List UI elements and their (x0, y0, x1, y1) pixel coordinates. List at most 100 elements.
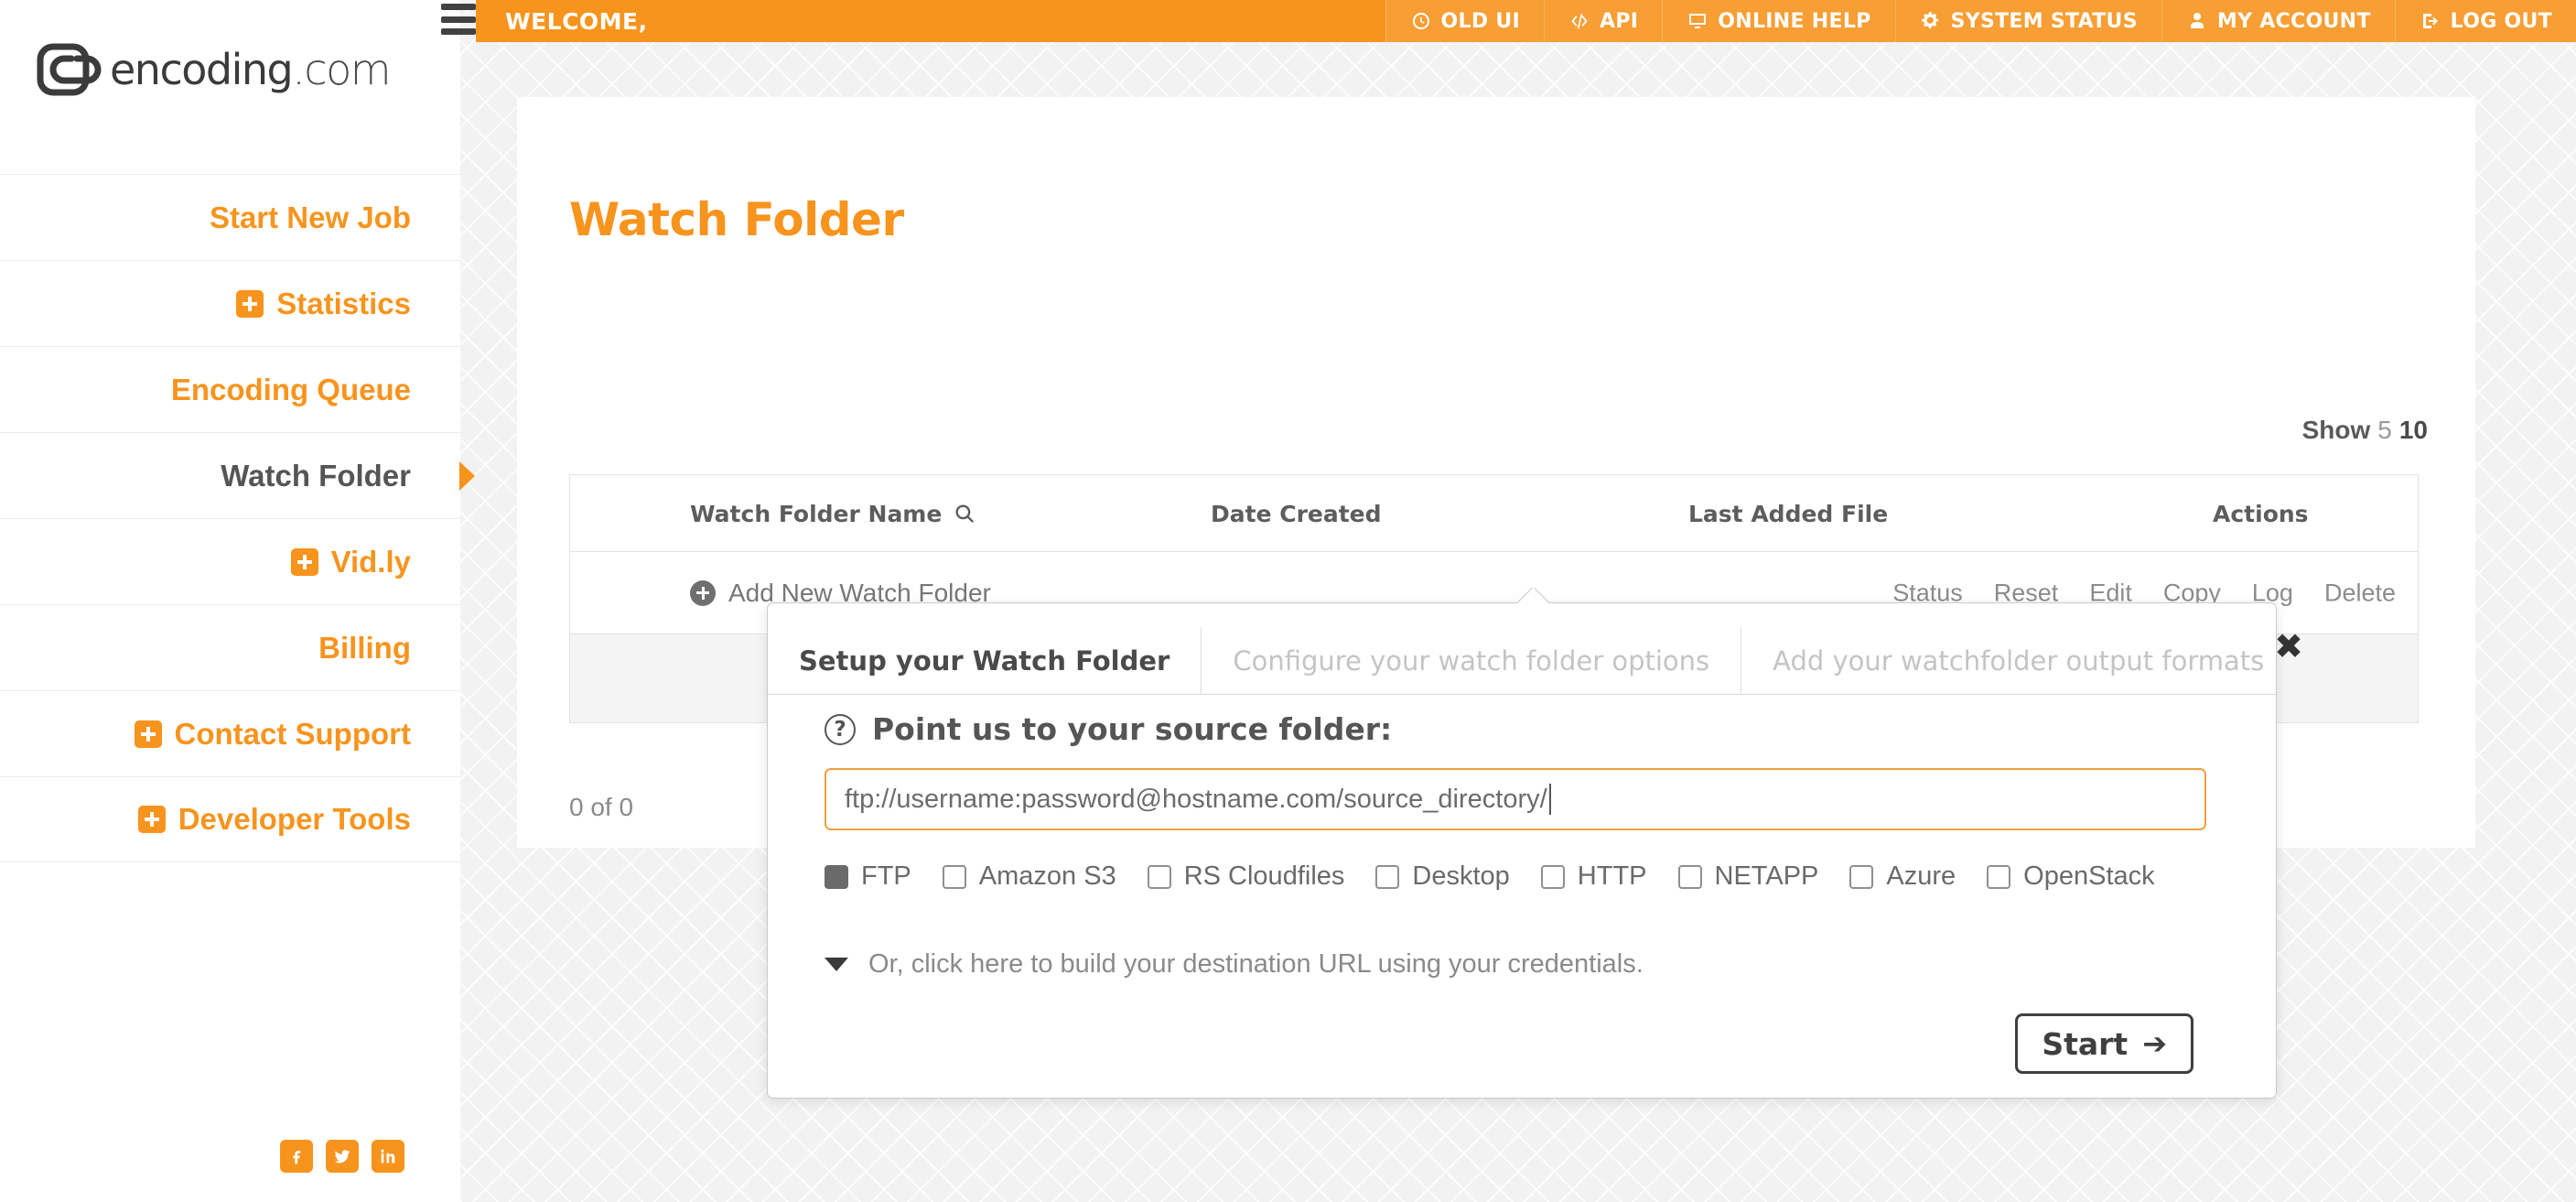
user-icon (2190, 13, 2204, 28)
pagination-count: 0 of 0 (569, 793, 634, 821)
sidebar-item-statistics[interactable]: Statistics (0, 260, 460, 346)
checkbox-box-icon (942, 864, 966, 889)
tab-label: Setup your Watch Folder (799, 644, 1170, 677)
modal-tabs: Setup your Watch Folder Configure your w… (768, 626, 2278, 695)
sidebar-item-developer-tools[interactable]: Developer Tools (0, 776, 460, 862)
hamburger-bar (441, 28, 476, 35)
facebook-icon[interactable] (280, 1140, 313, 1173)
sidebar-item-label: Watch Folder (221, 458, 411, 493)
source-type-checkboxes: FTP Amazon S3 RS Cloudfiles Desktop HTTP… (825, 861, 2186, 892)
hamburger-bar (441, 4, 476, 10)
column-header-watch-folder-name[interactable]: Watch Folder Name (690, 475, 976, 552)
checkbox-box-icon (1147, 864, 1171, 889)
text-cursor (1548, 784, 1551, 815)
sidebar-item-label: Start New Job (209, 200, 411, 234)
show-option-10[interactable]: 10 (2399, 416, 2428, 444)
checkbox-box-icon (1677, 864, 1702, 889)
search-icon[interactable] (953, 502, 976, 525)
sidebar-item-start-new-job[interactable]: Start New Job (0, 174, 460, 260)
sidebar-item-encoding-queue[interactable]: Encoding Queue (0, 346, 460, 432)
clock-icon (1412, 13, 1429, 29)
top-link-my-account[interactable]: MY ACCOUNT (2161, 0, 2395, 42)
tab-label: Configure your watch folder options (1233, 644, 1710, 677)
checkbox-label: RS Cloudfiles (1183, 861, 1345, 891)
checkbox-label: Desktop (1412, 861, 1510, 891)
page-title: Watch Folder (569, 193, 904, 246)
monitor-icon (1689, 14, 1707, 28)
column-header-date-created[interactable]: Date Created (1211, 475, 1382, 552)
top-navigation-bar: WELCOME, OLD UI API ONLINE HELP SYSTEM S… (476, 0, 2576, 42)
linkedin-icon[interactable] (372, 1140, 404, 1173)
expand-plus-icon (137, 806, 166, 833)
top-link-label: OLD UI (1440, 9, 1521, 33)
top-link-api[interactable]: API (1544, 0, 1663, 42)
sidebar-item-label: Contact Support (174, 716, 411, 751)
build-destination-url-label: Or, click here to build your destination… (868, 949, 1644, 979)
show-option-5[interactable]: 5 (2377, 416, 2392, 444)
tab-setup-your-watch-folder[interactable]: Setup your Watch Folder (768, 627, 1201, 695)
help-question-icon[interactable]: ? (825, 713, 856, 745)
logout-icon (2422, 14, 2438, 28)
brand-logo[interactable]: encoding.com (37, 35, 412, 104)
checkbox-azure[interactable]: Azure (1849, 861, 1956, 892)
column-header-label: Watch Folder Name (690, 500, 943, 527)
table-header-row: Watch Folder Name Date Created Last Adde… (570, 475, 2418, 552)
checkbox-box-icon (1987, 864, 2011, 889)
top-link-log-out[interactable]: LOG OUT (2394, 0, 2576, 42)
checkbox-desktop[interactable]: Desktop (1375, 861, 1510, 892)
tab-add-watchfolder-output-formats[interactable]: Add your watchfolder output formats (1741, 626, 2295, 695)
action-delete[interactable]: Delete (2324, 579, 2396, 607)
column-header-last-added-file[interactable]: Last Added File (1688, 475, 1888, 552)
sidebar-item-vidly[interactable]: Vid.ly (0, 518, 460, 604)
source-url-input[interactable]: ftp://username:password@hostname.com/sou… (825, 768, 2206, 830)
show-per-page-control: Show 5 10 (2302, 416, 2428, 445)
column-header-label: Date Created (1211, 500, 1382, 527)
top-link-label: API (1600, 9, 1639, 33)
brand-wordmark-main: encoding (110, 45, 294, 94)
checkbox-box-icon (825, 864, 848, 889)
checkbox-http[interactable]: HTTP (1540, 861, 1647, 892)
checkbox-netapp[interactable]: NETAPP (1677, 861, 1819, 892)
top-link-label: SYSTEM STATUS (1950, 9, 2138, 33)
top-link-label: ONLINE HELP (1718, 9, 1871, 33)
checkbox-label: FTP (861, 861, 911, 891)
top-link-system-status[interactable]: SYSTEM STATUS (1894, 0, 2161, 42)
checkbox-label: HTTP (1577, 861, 1647, 891)
brand-wordmark-suffix: .com (292, 45, 391, 94)
plus-circle-icon (690, 579, 716, 606)
start-button[interactable]: Start ➔ (2015, 1013, 2193, 1074)
checkbox-box-icon (1849, 864, 1874, 889)
welcome-text: WELCOME, (505, 7, 648, 35)
checkbox-amazon-s3[interactable]: Amazon S3 (942, 861, 1116, 892)
column-header-label: Actions (2213, 500, 2309, 527)
hamburger-menu-icon[interactable] (441, 4, 476, 35)
hamburger-bar (441, 16, 476, 23)
sidebar-item-watch-folder[interactable]: Watch Folder (0, 432, 475, 518)
checkbox-box-icon (1540, 864, 1565, 889)
code-icon (1571, 14, 1588, 29)
top-link-old-ui[interactable]: OLD UI (1385, 0, 1545, 42)
sidebar-item-label: Statistics (276, 286, 411, 320)
sidebar-item-contact-support[interactable]: Contact Support (0, 690, 460, 776)
show-label: Show (2301, 416, 2371, 444)
social-links (280, 1140, 404, 1173)
build-destination-url-toggle[interactable]: Or, click here to build your destination… (825, 949, 1644, 980)
sidebar-item-billing[interactable]: Billing (0, 604, 460, 690)
start-button-label: Start (2042, 1025, 2129, 1062)
sidebar: encoding.com Start New Job Statistics En… (0, 0, 476, 1202)
checkbox-rs-cloudfiles[interactable]: RS Cloudfiles (1147, 861, 1345, 892)
source-url-value: ftp://username:password@hostname.com/sou… (845, 784, 1547, 814)
checkbox-label: NETAPP (1714, 861, 1819, 891)
checkbox-label: OpenStack (2023, 861, 2155, 891)
column-header-label: Last Added File (1688, 500, 1889, 527)
twitter-icon[interactable] (326, 1140, 359, 1173)
expand-plus-icon (236, 289, 264, 318)
tab-label: Add your watchfolder output formats (1773, 644, 2265, 677)
checkbox-openstack[interactable]: OpenStack (1987, 861, 2155, 892)
tab-configure-watch-folder-options[interactable]: Configure your watch folder options (1201, 626, 1741, 695)
encoding-logo-icon (37, 43, 102, 96)
checkbox-ftp[interactable]: FTP (825, 861, 911, 892)
sidebar-item-label: Vid.ly (330, 544, 411, 579)
checkbox-label: Azure (1886, 861, 1956, 891)
top-link-online-help[interactable]: ONLINE HELP (1662, 0, 1895, 42)
